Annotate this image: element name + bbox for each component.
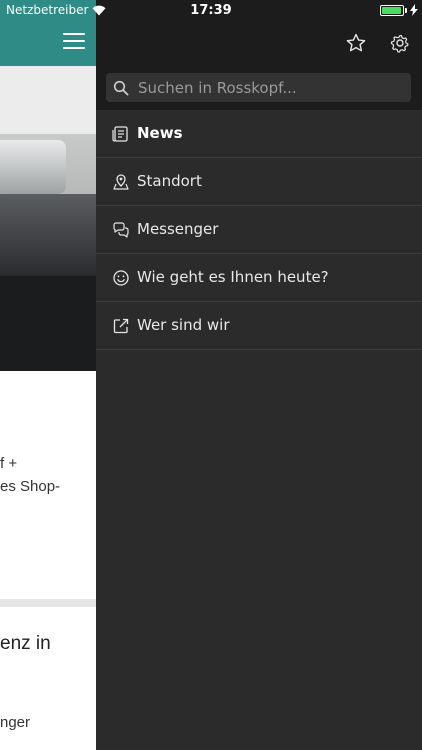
menu-item-messenger[interactable]: Messenger — [96, 206, 422, 254]
smiley-icon — [112, 269, 130, 287]
battery-icon — [380, 5, 404, 16]
star-icon[interactable] — [345, 32, 367, 54]
chat-bubbles-icon — [112, 221, 130, 239]
menu-item-label: Wer sind wir — [137, 316, 230, 334]
article-heading: enz in — [0, 633, 51, 654]
charging-bolt-icon — [410, 4, 418, 16]
drawer-menu: News Standort Messenger Wie geht es Ihne… — [96, 110, 422, 350]
background-app[interactable]: f + es Shop- enz in nger — [0, 0, 96, 750]
article-image — [0, 134, 96, 371]
article-teaser-text: f + es Shop- — [0, 452, 60, 498]
search-icon — [113, 80, 129, 96]
status-bar: Netzbetreiber 17:39 — [0, 0, 422, 22]
background-app-banner — [0, 66, 96, 134]
menu-item-label: Wie geht es Ihnen heute? — [137, 268, 329, 286]
battery-tip — [405, 8, 407, 13]
article-teaser-text: nger — [0, 714, 31, 731]
menu-item-standort[interactable]: Standort — [96, 158, 422, 206]
map-pin-icon — [112, 173, 130, 191]
menu-item-label: Standort — [137, 172, 202, 190]
menu-item-mood[interactable]: Wie geht es Ihnen heute? — [96, 254, 422, 302]
menu-item-about[interactable]: Wer sind wir — [96, 302, 422, 350]
article-teaser-line: es Shop- — [0, 478, 61, 495]
search-bar[interactable] — [106, 73, 411, 102]
menu-item-news[interactable]: News — [96, 110, 422, 158]
newspaper-icon — [112, 125, 130, 143]
gear-icon[interactable] — [389, 32, 411, 54]
menu-item-label: Messenger — [137, 220, 219, 238]
search-input[interactable] — [138, 73, 403, 102]
hamburger-menu-icon[interactable] — [63, 33, 85, 51]
menu-item-label: News — [137, 124, 183, 142]
clock: 17:39 — [190, 3, 232, 18]
article-separator — [0, 599, 96, 607]
side-drawer: News Standort Messenger Wie geht es Ihne… — [96, 0, 422, 750]
external-link-icon — [112, 317, 130, 335]
article-teaser-line: f + — [0, 455, 18, 472]
